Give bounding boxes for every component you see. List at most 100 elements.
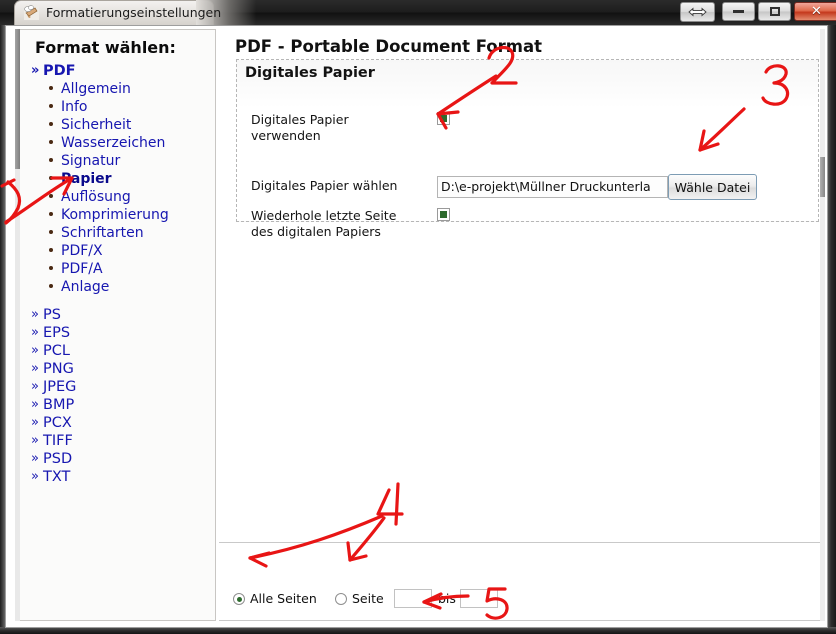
chevron-right-icon: » — [31, 379, 39, 394]
radio-all-pages[interactable] — [233, 593, 245, 605]
sidebar-item-info[interactable]: Info — [17, 98, 215, 116]
bullet-icon — [49, 266, 53, 270]
checkbox-check-icon — [440, 115, 447, 122]
bullet-icon — [49, 248, 53, 252]
sidebar-item-label: PNG — [43, 361, 74, 377]
sidebar-item-pdf-x[interactable]: PDF/X — [17, 242, 215, 260]
repeat-last-page-label: Wiederhole letzte Seite des digitalen Pa… — [251, 208, 397, 239]
resize-button[interactable] — [680, 2, 715, 22]
sidebar-item-pcl[interactable]: » PCL — [17, 342, 215, 360]
page-title: PDF - Portable Document Format — [235, 37, 542, 56]
radio-page-range[interactable] — [335, 593, 347, 605]
sidebar-item-anlage[interactable]: Anlage — [17, 278, 215, 296]
sidebar-item-label: Komprimierung — [61, 207, 169, 223]
bullet-icon — [49, 176, 53, 180]
bullet-icon — [49, 230, 53, 234]
frame-edge-bottom — [0, 627, 836, 634]
sidebar-item-png[interactable]: » PNG — [17, 360, 215, 378]
repeat-last-page-checkbox[interactable] — [437, 208, 450, 221]
sidebar-item-label: Info — [61, 99, 88, 115]
chevron-right-icon: » — [31, 433, 39, 448]
digital-paper-groupbox: Digitales Papier Digitales Papier verwen… — [236, 59, 819, 239]
sidebar-item-eps[interactable]: » EPS — [17, 324, 215, 342]
bullet-icon — [49, 284, 53, 288]
printer-icon — [24, 5, 39, 20]
bullet-icon — [49, 212, 53, 216]
sidebar-item-label: PCL — [43, 343, 70, 359]
maximize-button[interactable] — [758, 2, 791, 21]
close-button[interactable]: ✕ — [794, 2, 836, 21]
minimize-button[interactable] — [722, 2, 755, 21]
sidebar-item-label: Signatur — [61, 153, 121, 169]
sidebar-item-schriftarten[interactable]: Schriftarten — [17, 224, 215, 242]
sidebar-item-jpeg[interactable]: » JPEG — [17, 378, 215, 396]
bullet-icon — [49, 104, 53, 108]
frame-edge-right — [828, 25, 836, 634]
radio-all-pages-label: Alle Seiten — [250, 591, 317, 606]
sidebar-item-label: JPEG — [43, 379, 77, 395]
bullet-icon — [49, 122, 53, 126]
choose-file-button[interactable]: Wähle Datei — [668, 174, 757, 200]
window-frame: Formatierungseinstellungen ✕ Format wähl… — [0, 0, 836, 634]
sidebar-item-allgemein[interactable]: Allgemein — [17, 80, 215, 98]
sidebar-item-pcx[interactable]: » PCX — [17, 414, 215, 432]
chevron-right-icon: » — [31, 415, 39, 430]
title-bar[interactable]: Formatierungseinstellungen ✕ — [0, 0, 836, 25]
bullet-icon — [49, 140, 53, 144]
sidebar-item-label: PDF/A — [61, 261, 103, 277]
format-sidebar: Format wählen: » PDF Allgemein Info Sicherhe… — [16, 29, 216, 621]
sidebar-item-tiff[interactable]: » TIFF — [17, 432, 215, 450]
sidebar-item-label: PDF/X — [61, 243, 103, 259]
chevron-right-icon: » — [31, 307, 39, 322]
sidebar-item-pdf-a[interactable]: PDF/A — [17, 260, 215, 278]
page-from-input[interactable] — [394, 589, 432, 608]
sidebar-item-pdf[interactable]: » PDF — [17, 62, 215, 80]
sidebar-item-papier[interactable]: Papier — [17, 170, 215, 188]
sidebar-item-label: Wasserzeichen — [61, 135, 166, 151]
sidebar-scrollbar-thumb[interactable] — [15, 29, 20, 169]
sidebar-item-label: TIFF — [43, 433, 73, 449]
bullet-icon — [49, 158, 53, 162]
sidebar-item-label: Schriftarten — [61, 225, 144, 241]
sidebar-title: Format wählen: — [35, 38, 176, 57]
sidebar-item-aufl-sung[interactable]: Auflösung — [17, 188, 215, 206]
maximize-icon — [769, 7, 780, 16]
chevron-right-icon: » — [31, 397, 39, 412]
client-area: Format wählen: » PDF Allgemein Info Sicherhe… — [5, 25, 828, 628]
chevron-right-icon: » — [31, 451, 39, 466]
sidebar-item-label: Auflösung — [61, 189, 131, 205]
bullet-icon — [49, 194, 53, 198]
use-digital-paper-checkbox[interactable] — [437, 112, 450, 125]
app-window: Formatierungseinstellungen ✕ Format wähl… — [0, 0, 836, 634]
main-scrollbar-thumb[interactable] — [820, 157, 825, 197]
chevron-right-icon: » — [31, 361, 39, 376]
resize-icon — [688, 7, 707, 17]
sidebar-item-label: Papier — [61, 171, 112, 187]
main-scrollbar-track[interactable] — [820, 29, 825, 621]
sidebar-item-komprimierung[interactable]: Komprimierung — [17, 206, 215, 224]
sidebar-item-ps[interactable]: » PS — [17, 306, 215, 324]
sidebar-item-label: PSD — [43, 451, 73, 467]
sidebar-item-label: Anlage — [61, 279, 110, 295]
sidebar-item-wasserzeichen[interactable]: Wasserzeichen — [17, 134, 215, 152]
sidebar-item-signatur[interactable]: Signatur — [17, 152, 215, 170]
checkbox-check-icon — [440, 211, 447, 218]
choose-digital-paper-label: Digitales Papier wählen — [251, 178, 398, 193]
sidebar-item-label: TXT — [43, 469, 71, 485]
sidebar-item-label: BMP — [43, 397, 75, 413]
sidebar-item-label: PCX — [43, 415, 72, 431]
sidebar-item-sicherheit[interactable]: Sicherheit — [17, 116, 215, 134]
groupbox-title: Digitales Papier — [245, 65, 375, 81]
use-digital-paper-label: Digitales Papier verwenden — [251, 112, 349, 143]
digital-paper-path-input[interactable]: D:\e-projekt\Müllner Druckunterla — [437, 176, 668, 198]
close-icon: ✕ — [811, 4, 822, 19]
radio-selected-dot — [236, 596, 242, 602]
sidebar-item-label: PDF — [43, 63, 76, 79]
chevron-right-icon: » — [31, 469, 39, 484]
bottom-divider — [219, 542, 825, 543]
sidebar-item-txt[interactable]: » TXT — [17, 468, 215, 486]
page-to-input[interactable] — [460, 589, 498, 608]
sidebar-item-psd[interactable]: » PSD — [17, 450, 215, 468]
sidebar-item-bmp[interactable]: » BMP — [17, 396, 215, 414]
